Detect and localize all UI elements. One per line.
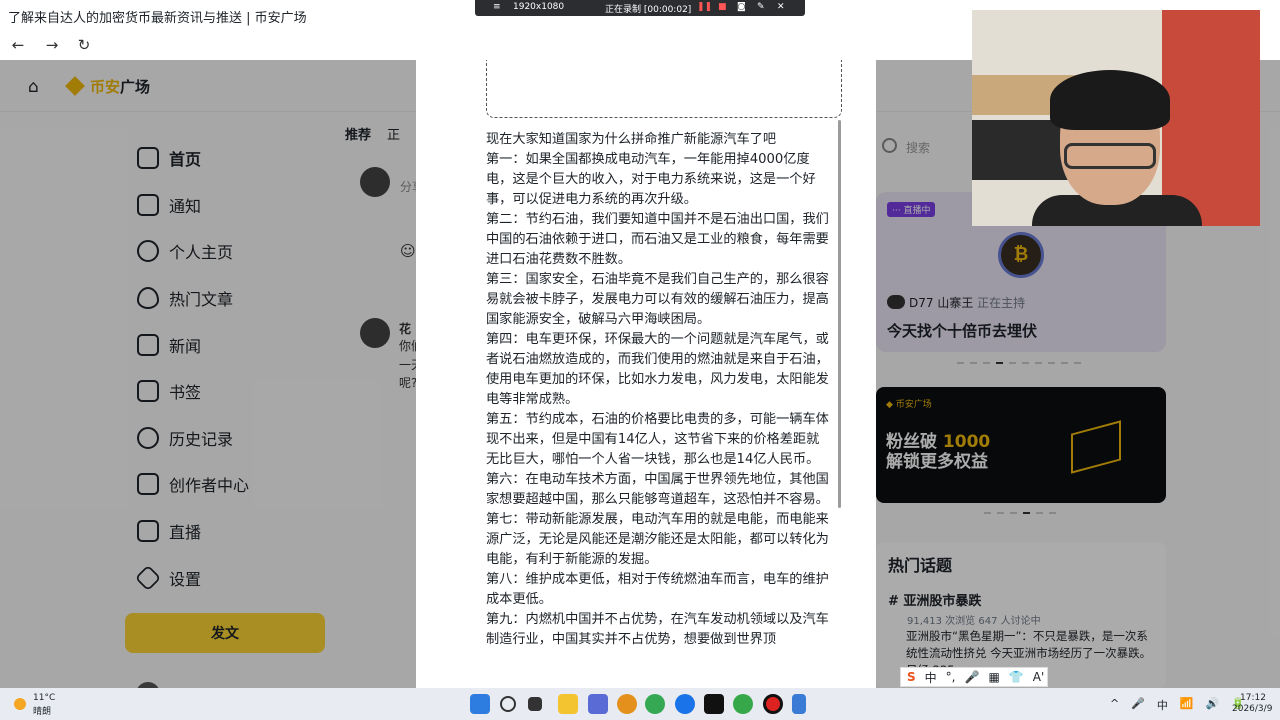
scrollbar[interactable] xyxy=(838,120,841,508)
chrome-icon[interactable] xyxy=(645,694,665,714)
wifi-icon[interactable]: 📶 xyxy=(1180,697,1194,713)
start-icon[interactable] xyxy=(470,694,490,714)
tray-overflow-icon[interactable]: ^ xyxy=(1110,697,1119,713)
article-modal: 现在大家知道国家为什么拼命推广新能源汽车了吧 第一：如果全国都换成电动汽车，一年… xyxy=(416,60,876,688)
webcam-person-hair xyxy=(1050,70,1170,130)
article-paragraph: 现在大家知道国家为什么拼命推广新能源汽车了吧 xyxy=(486,132,777,147)
weather-desc: 晴朗 xyxy=(33,707,52,717)
webcam-curtain xyxy=(1162,10,1260,226)
ime-mic-icon[interactable]: 🎤 xyxy=(965,670,980,684)
volume-icon[interactable]: 🔊 xyxy=(1206,697,1220,713)
article-paragraph: 第七：带动新能源发展，电动汽车用的就是电能，而电能来源广泛，无论是风能还是潮汐能… xyxy=(486,512,829,567)
search-app-icon[interactable] xyxy=(617,694,637,714)
tray-mic-icon[interactable]: 🎤 xyxy=(1131,697,1145,713)
article-paragraph: 第一：如果全国都换成电动汽车，一年能用掉4000亿度电，这是个巨大的收入，对于电… xyxy=(486,152,816,207)
webcam-overlay xyxy=(972,10,1260,226)
ime-logo-icon[interactable]: S xyxy=(907,670,916,684)
ime-skin-icon[interactable]: 👕 xyxy=(1009,670,1024,684)
forward-button[interactable]: → xyxy=(40,34,64,56)
menu-icon[interactable]: ≡ xyxy=(493,2,501,12)
resolution-label: 1920x1080 xyxy=(513,2,565,12)
article-paragraph: 第八：维护成本更低，相对于传统燃油车而言，电车的维护成本更低。 xyxy=(486,572,829,607)
webcam-tv xyxy=(972,120,1072,180)
ime-toolbar: S 中 °, 🎤 ▦ 👕 Aꞌ xyxy=(900,667,1048,687)
tray-ime-icon[interactable]: 中 xyxy=(1157,697,1168,713)
article-paragraph: 第二：节约石油，我们要知道中国并不是石油出口国，我们中国的石油依赖于进口，而石油… xyxy=(486,212,829,267)
ime-keyboard-icon[interactable]: ▦ xyxy=(988,670,999,684)
webcam-person-glasses xyxy=(1064,143,1156,169)
tab-title: 了解来自达人的加密货币最新资讯与推送 | 币安广场 xyxy=(8,11,307,26)
stop-icon[interactable]: ■ xyxy=(718,2,727,12)
weather-temp: 11°C xyxy=(33,693,56,703)
search-icon[interactable] xyxy=(500,696,516,712)
ime-chinese-toggle[interactable]: 中 xyxy=(925,669,937,686)
browser-icon[interactable] xyxy=(675,694,695,714)
recorder-icon[interactable] xyxy=(763,694,783,714)
binance-app-icon[interactable] xyxy=(704,694,724,714)
pause-icon[interactable]: ❚❚ xyxy=(697,2,712,12)
article-paragraph: 第九：内燃机中国并不占优势，在汽车发动机领域以及汽车制造行业，中国其实并不占优势… xyxy=(486,612,829,647)
green-app-icon[interactable] xyxy=(733,694,753,714)
close-icon[interactable]: ✕ xyxy=(777,2,785,12)
article-paragraph: 第六：在电动车技术方面，中国属于世界领先地位，其他国家想要超越中国，那么只能够弯… xyxy=(486,472,829,507)
document-icon[interactable] xyxy=(792,694,806,714)
taskbar: 11°C 晴朗 ^ 🎤 中 📶 🔊 🔋 17:12 2026/3/9 xyxy=(0,688,1280,720)
image-upload-area[interactable] xyxy=(486,60,842,118)
reload-button[interactable]: ↻ xyxy=(72,34,96,56)
system-tray: ^ 🎤 中 📶 🔊 🔋 xyxy=(1110,697,1245,713)
recording-status: 正在录制 [00:00:02] xyxy=(605,5,692,15)
screen-recorder-bar: ≡ 1920x1080 正在录制 [00:00:02] ❚❚ ■ ◙ ✎ ✕ xyxy=(475,0,805,16)
article-body[interactable]: 现在大家知道国家为什么拼命推广新能源汽车了吧 第一：如果全国都换成电动汽车，一年… xyxy=(486,130,830,650)
clock-date[interactable]: 2026/3/9 xyxy=(1232,704,1272,714)
sun-icon[interactable] xyxy=(14,698,26,710)
ime-punctuation-toggle[interactable]: °, xyxy=(946,670,956,684)
app-icon[interactable] xyxy=(588,694,608,714)
article-paragraph: 第五：节约成本，石油的价格要比电贵的多，可能一辆车体现不出来，但是中国有14亿人… xyxy=(486,412,829,467)
pen-icon[interactable]: ✎ xyxy=(757,2,765,12)
article-paragraph: 第三：国家安全，石油毕竟不是我们自己生产的，那么很容易就会被卡脖子，发展电力可以… xyxy=(486,272,829,327)
camera-icon[interactable]: ◙ xyxy=(737,2,746,12)
clock-time[interactable]: 17:12 xyxy=(1240,693,1266,703)
article-paragraph: 第四：电车更环保，环保最大的一个问题就是汽车尾气，或者说石油燃放造成的，而我们使… xyxy=(486,332,829,407)
ime-ai-icon[interactable]: Aꞌ xyxy=(1033,670,1045,684)
back-button[interactable]: ← xyxy=(6,34,30,56)
task-view-icon[interactable] xyxy=(528,697,542,711)
file-explorer-icon[interactable] xyxy=(558,694,578,714)
